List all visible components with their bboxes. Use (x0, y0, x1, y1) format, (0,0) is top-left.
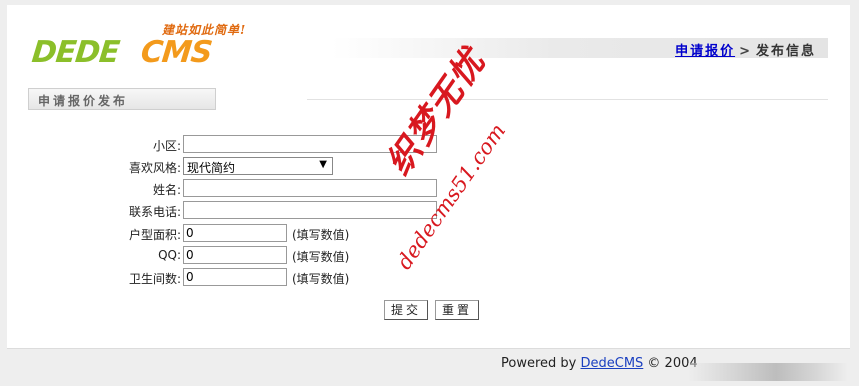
qq-label: QQ: (158, 248, 181, 262)
logo-wordmark-dede: DEDE (30, 35, 121, 70)
section-tab-title: 申请报价发布 (38, 94, 129, 108)
breadcrumb-separator: > (739, 44, 752, 59)
qq-hint: (填写数值) (292, 250, 350, 264)
reset-button[interactable]: 重置 (435, 300, 480, 320)
page-panel: 建站如此简单! DEDE CMS 申请报价 > 发布信息 申请报价发布 小区: 喜欢… (7, 5, 850, 349)
divider (307, 99, 828, 100)
style-label: 喜欢风格: (128, 161, 181, 175)
area-label: 户型面积: (128, 228, 181, 242)
watermark-cn: 织梦无忧 (378, 41, 494, 183)
phone-field[interactable] (183, 201, 437, 219)
section-tab: 申请报价发布 (28, 88, 216, 110)
breadcrumb-current: 发布信息 (755, 44, 816, 59)
name-field[interactable] (183, 179, 437, 197)
breadcrumb-link-apply-quote[interactable]: 申请报价 (675, 44, 735, 59)
bathroom-field[interactable]: 0 (183, 268, 287, 286)
dropdown-arrow-icon[interactable]: ▼ (319, 159, 327, 170)
area-field[interactable]: 0 (183, 224, 287, 242)
style-selected-value: 现代简约 (187, 161, 236, 175)
footer: Powered by DedeCMS © 2004 (501, 356, 698, 371)
bathroom-hint: (填写数值) (292, 272, 350, 286)
area-hint: (填写数值) (292, 228, 350, 242)
community-label: 小区: (152, 139, 181, 153)
breadcrumb: 申请报价 > 发布信息 (675, 40, 816, 59)
dedecms-logo[interactable]: 建站如此简单! DEDE CMS (30, 21, 252, 77)
name-label: 姓名: (152, 183, 181, 197)
footer-prefix: Powered by (501, 356, 581, 371)
phone-label: 联系电话: (128, 205, 181, 219)
blurred-footer-area (688, 363, 848, 381)
breadcrumb-bar: 申请报价 > 发布信息 (332, 38, 828, 59)
submit-button[interactable]: 提交 (384, 300, 429, 320)
style-select[interactable]: 现代简约 ▼ (183, 157, 333, 175)
bathroom-label: 卫生间数: (128, 272, 181, 286)
community-field[interactable] (183, 135, 437, 153)
footer-dedecms-link[interactable]: DedeCMS (580, 356, 643, 371)
qq-field[interactable]: 0 (183, 246, 287, 264)
logo-wordmark-cms: CMS (139, 35, 214, 70)
